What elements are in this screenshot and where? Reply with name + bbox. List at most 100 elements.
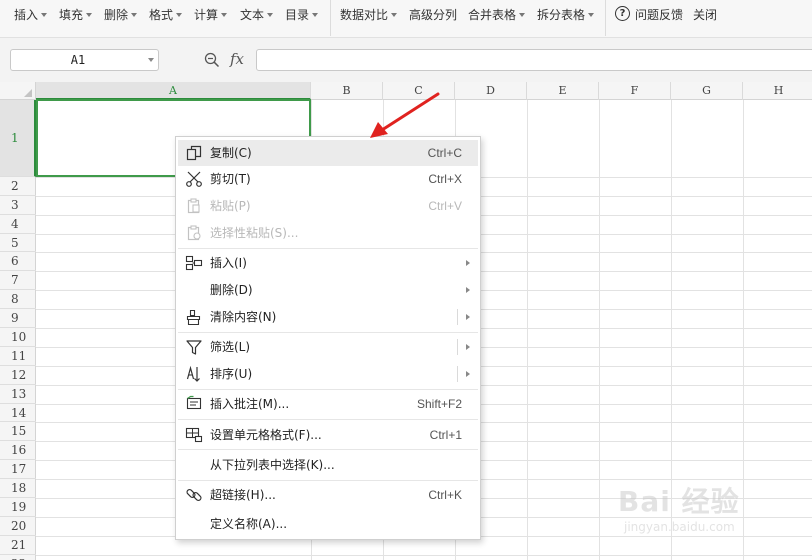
eraser-icon	[186, 309, 201, 326]
insert-cells-icon	[185, 255, 203, 271]
copy-icon	[186, 145, 202, 161]
row-header-8[interactable]: 8	[0, 290, 36, 309]
column-header-g[interactable]: G	[671, 82, 743, 100]
menu-split-divider	[457, 339, 458, 355]
dropdown-caret-icon	[221, 13, 228, 17]
menu-separator	[178, 449, 478, 450]
submenu-arrow-icon	[466, 287, 470, 293]
menu-item-format-cells[interactable]: 设置单元格格式(F)... Ctrl+1	[178, 422, 478, 448]
menu-item-sort[interactable]: 排序(U)	[178, 361, 478, 387]
submenu-arrow-icon[interactable]	[466, 344, 470, 350]
select-all-corner[interactable]	[0, 82, 36, 100]
row-header-15[interactable]: 15	[0, 422, 36, 441]
menu-item-label: 插入批注(M)...	[210, 397, 290, 411]
row-header-1[interactable]: 1	[0, 100, 36, 177]
menu-item-define-name[interactable]: 定义名称(A)...	[178, 511, 478, 537]
row-header-14[interactable]: 14	[0, 404, 36, 422]
row-header-5[interactable]: 5	[0, 234, 36, 252]
ribbon-advanced-split-button[interactable]: 高级分列	[409, 7, 457, 23]
zoom-icon[interactable]	[204, 52, 220, 68]
menu-item-clear-contents[interactable]: 清除内容(N)	[178, 304, 478, 330]
formula-bar: A1 fx	[0, 38, 812, 82]
ribbon-split-table-button[interactable]: 拆分表格	[537, 7, 595, 23]
submenu-arrow-icon	[466, 260, 470, 266]
ribbon-delete-button[interactable]: 删除	[104, 7, 138, 23]
dropdown-caret-icon	[131, 13, 138, 17]
menu-item-shortcut: Ctrl+V	[428, 199, 462, 213]
menu-item-pick-from-list[interactable]: 从下拉列表中选择(K)...	[178, 452, 478, 478]
link-icon	[186, 488, 202, 502]
row-header-18[interactable]: 18	[0, 479, 36, 498]
menu-item-insert[interactable]: 插入(I)	[178, 250, 478, 276]
row-header-22[interactable]: 22	[0, 555, 36, 560]
ribbon-toc-button[interactable]: 目录	[285, 7, 319, 23]
column-header-e[interactable]: E	[527, 82, 599, 100]
row-header-17[interactable]: 17	[0, 460, 36, 479]
grid-line	[527, 100, 528, 560]
ribbon-insert-button[interactable]: 插入	[14, 7, 48, 23]
row-header-3[interactable]: 3	[0, 196, 36, 215]
menu-item-paste-special[interactable]: 选择性粘贴(S)...	[178, 220, 478, 246]
menu-item-label: 定义名称(A)...	[210, 517, 288, 531]
menu-item-hyperlink[interactable]: 超链接(H)... Ctrl+K	[178, 482, 478, 508]
row-header-11[interactable]: 11	[0, 347, 36, 366]
paste-special-icon	[187, 225, 201, 241]
submenu-arrow-icon[interactable]	[466, 314, 470, 320]
menu-split-divider	[457, 366, 458, 382]
menu-item-label: 设置单元格格式(F)...	[210, 428, 322, 442]
annotation-arrow-icon	[370, 92, 440, 138]
select-all-icon	[24, 89, 32, 97]
ribbon-calculate-button[interactable]: 计算	[194, 7, 228, 23]
menu-item-filter[interactable]: 筛选(L)	[178, 334, 478, 360]
column-header-f[interactable]: F	[599, 82, 671, 100]
sort-icon	[186, 365, 200, 382]
row-header-6[interactable]: 6	[0, 252, 36, 271]
column-header-h[interactable]: H	[743, 82, 812, 100]
row-header-21[interactable]: 21	[0, 536, 36, 555]
column-header-a[interactable]: A	[36, 82, 311, 100]
dropdown-caret-icon	[267, 13, 274, 17]
row-header-4[interactable]: 4	[0, 215, 36, 234]
menu-item-label: 粘贴(P)	[210, 199, 251, 213]
row-header-19[interactable]: 19	[0, 498, 36, 517]
ribbon-merge-tables-button[interactable]: 合并表格	[468, 7, 526, 23]
menu-separator	[178, 332, 478, 333]
name-box[interactable]: A1	[10, 49, 159, 71]
row-header-7[interactable]: 7	[0, 271, 36, 290]
dropdown-caret-icon	[588, 13, 595, 17]
ribbon-format-button[interactable]: 格式	[149, 7, 183, 23]
menu-item-label: 排序(U)	[210, 367, 253, 381]
ribbon-feedback-button[interactable]: 问题反馈	[635, 7, 683, 23]
ribbon-text-button[interactable]: 文本	[240, 7, 274, 23]
menu-separator	[178, 480, 478, 481]
menu-item-cut[interactable]: 剪切(T) Ctrl+X	[178, 166, 478, 192]
column-header-d[interactable]: D	[455, 82, 527, 100]
watermark-logo-text: Bai 经验	[618, 485, 740, 518]
row-headers: 1 2 3 4 5 6 7 8 9 10 11 12 13 14 15 16 1…	[0, 100, 36, 560]
question-circle-icon[interactable]: ?	[615, 6, 630, 21]
row-header-16[interactable]: 16	[0, 441, 36, 460]
menu-item-shortcut: Shift+F2	[416, 397, 462, 411]
row-header-13[interactable]: 13	[0, 385, 36, 404]
menu-item-label: 剪切(T)	[210, 172, 251, 186]
menu-item-paste[interactable]: 粘贴(P) Ctrl+V	[178, 193, 478, 219]
function-icon[interactable]: fx	[230, 50, 244, 68]
chevron-down-icon[interactable]	[148, 58, 154, 62]
dropdown-caret-icon	[41, 13, 48, 17]
cell-reference: A1	[70, 53, 86, 67]
menu-separator	[178, 389, 478, 390]
ribbon-fill-button[interactable]: 填充	[59, 7, 93, 23]
menu-item-delete[interactable]: 删除(D)	[178, 277, 478, 303]
ribbon-data-compare-button[interactable]: 数据对比	[340, 7, 398, 23]
menu-split-divider	[457, 309, 458, 325]
row-header-20[interactable]: 20	[0, 517, 36, 536]
menu-item-label: 选择性粘贴(S)...	[210, 226, 299, 240]
formula-input[interactable]	[256, 49, 812, 71]
ribbon-close-button[interactable]: 关闭	[693, 7, 717, 23]
row-header-2[interactable]: 2	[0, 177, 36, 196]
row-header-12[interactable]: 12	[0, 366, 36, 385]
row-header-9[interactable]: 9	[0, 309, 36, 328]
submenu-arrow-icon[interactable]	[466, 371, 470, 377]
menu-item-insert-comment[interactable]: 插入批注(M)... Shift+F2	[178, 391, 478, 417]
row-header-10[interactable]: 10	[0, 328, 36, 347]
